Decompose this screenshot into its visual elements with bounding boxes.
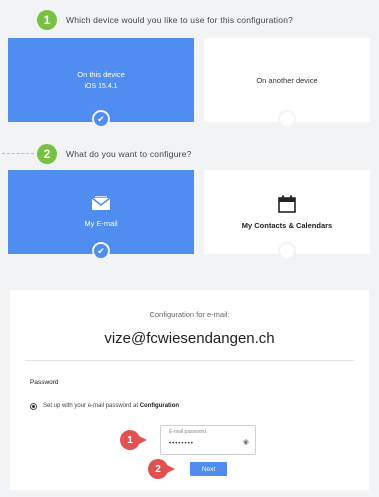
panel-heading: Configuration for e-mail: bbox=[149, 310, 230, 319]
email-address: vize@fcwiesendangen.ch bbox=[104, 330, 275, 347]
step-question: Which device would you like to use for t… bbox=[66, 15, 294, 25]
marker-1: 1 bbox=[120, 430, 147, 450]
eye-icon[interactable]: ◉ bbox=[243, 438, 249, 446]
password-value: •••••••• bbox=[169, 441, 194, 447]
device-subtitle: iOS 15.4.1 bbox=[84, 83, 118, 90]
config-title: My Contacts & Calendars bbox=[241, 220, 333, 230]
password-section-label: Password bbox=[30, 379, 59, 386]
config-card-email[interactable]: My E-mail ✔ bbox=[8, 170, 194, 260]
config-card-contacts[interactable]: My Contacts & Calendars bbox=[204, 170, 370, 260]
step-number: 2 bbox=[37, 144, 57, 164]
calendar-icon bbox=[278, 195, 296, 213]
next-button[interactable]: Next bbox=[190, 462, 227, 476]
envelope-icon bbox=[91, 196, 111, 210]
dashed-connector bbox=[2, 153, 34, 154]
checkmark-icon: ✔ bbox=[92, 242, 110, 260]
checkmark-icon: ✔ bbox=[92, 110, 110, 128]
option-bold: Configuration bbox=[139, 403, 180, 409]
radio-empty-icon bbox=[278, 110, 296, 128]
device-title: On this device bbox=[77, 70, 125, 79]
configuration-panel: Configuration for e-mail: vize@fcwiesend… bbox=[10, 290, 369, 490]
step-question: What do you want to configure? bbox=[66, 149, 192, 159]
step-number: 1 bbox=[37, 10, 57, 30]
device-card-this[interactable]: On this device iOS 15.4.1 ✔ bbox=[8, 38, 194, 128]
password-field-label: E-mail password bbox=[169, 429, 206, 435]
device-title: On another device bbox=[256, 75, 318, 85]
option-text: Set up with your e-mail password at bbox=[43, 403, 139, 409]
radio-empty-icon bbox=[278, 242, 296, 260]
password-field[interactable]: E-mail password •••••••• ◉ bbox=[160, 425, 256, 455]
password-option-radio[interactable] bbox=[30, 403, 37, 410]
step-1-row: 1 Which device would you like to use for… bbox=[0, 8, 379, 32]
marker-2: 2 bbox=[148, 459, 175, 479]
divider bbox=[25, 360, 354, 361]
config-title: My E-mail bbox=[84, 219, 118, 228]
password-option-label: Set up with your e-mail password at Conf… bbox=[43, 403, 179, 409]
device-card-other[interactable]: On another device bbox=[204, 38, 370, 128]
step-2-row: 2 What do you want to configure? bbox=[0, 142, 379, 166]
